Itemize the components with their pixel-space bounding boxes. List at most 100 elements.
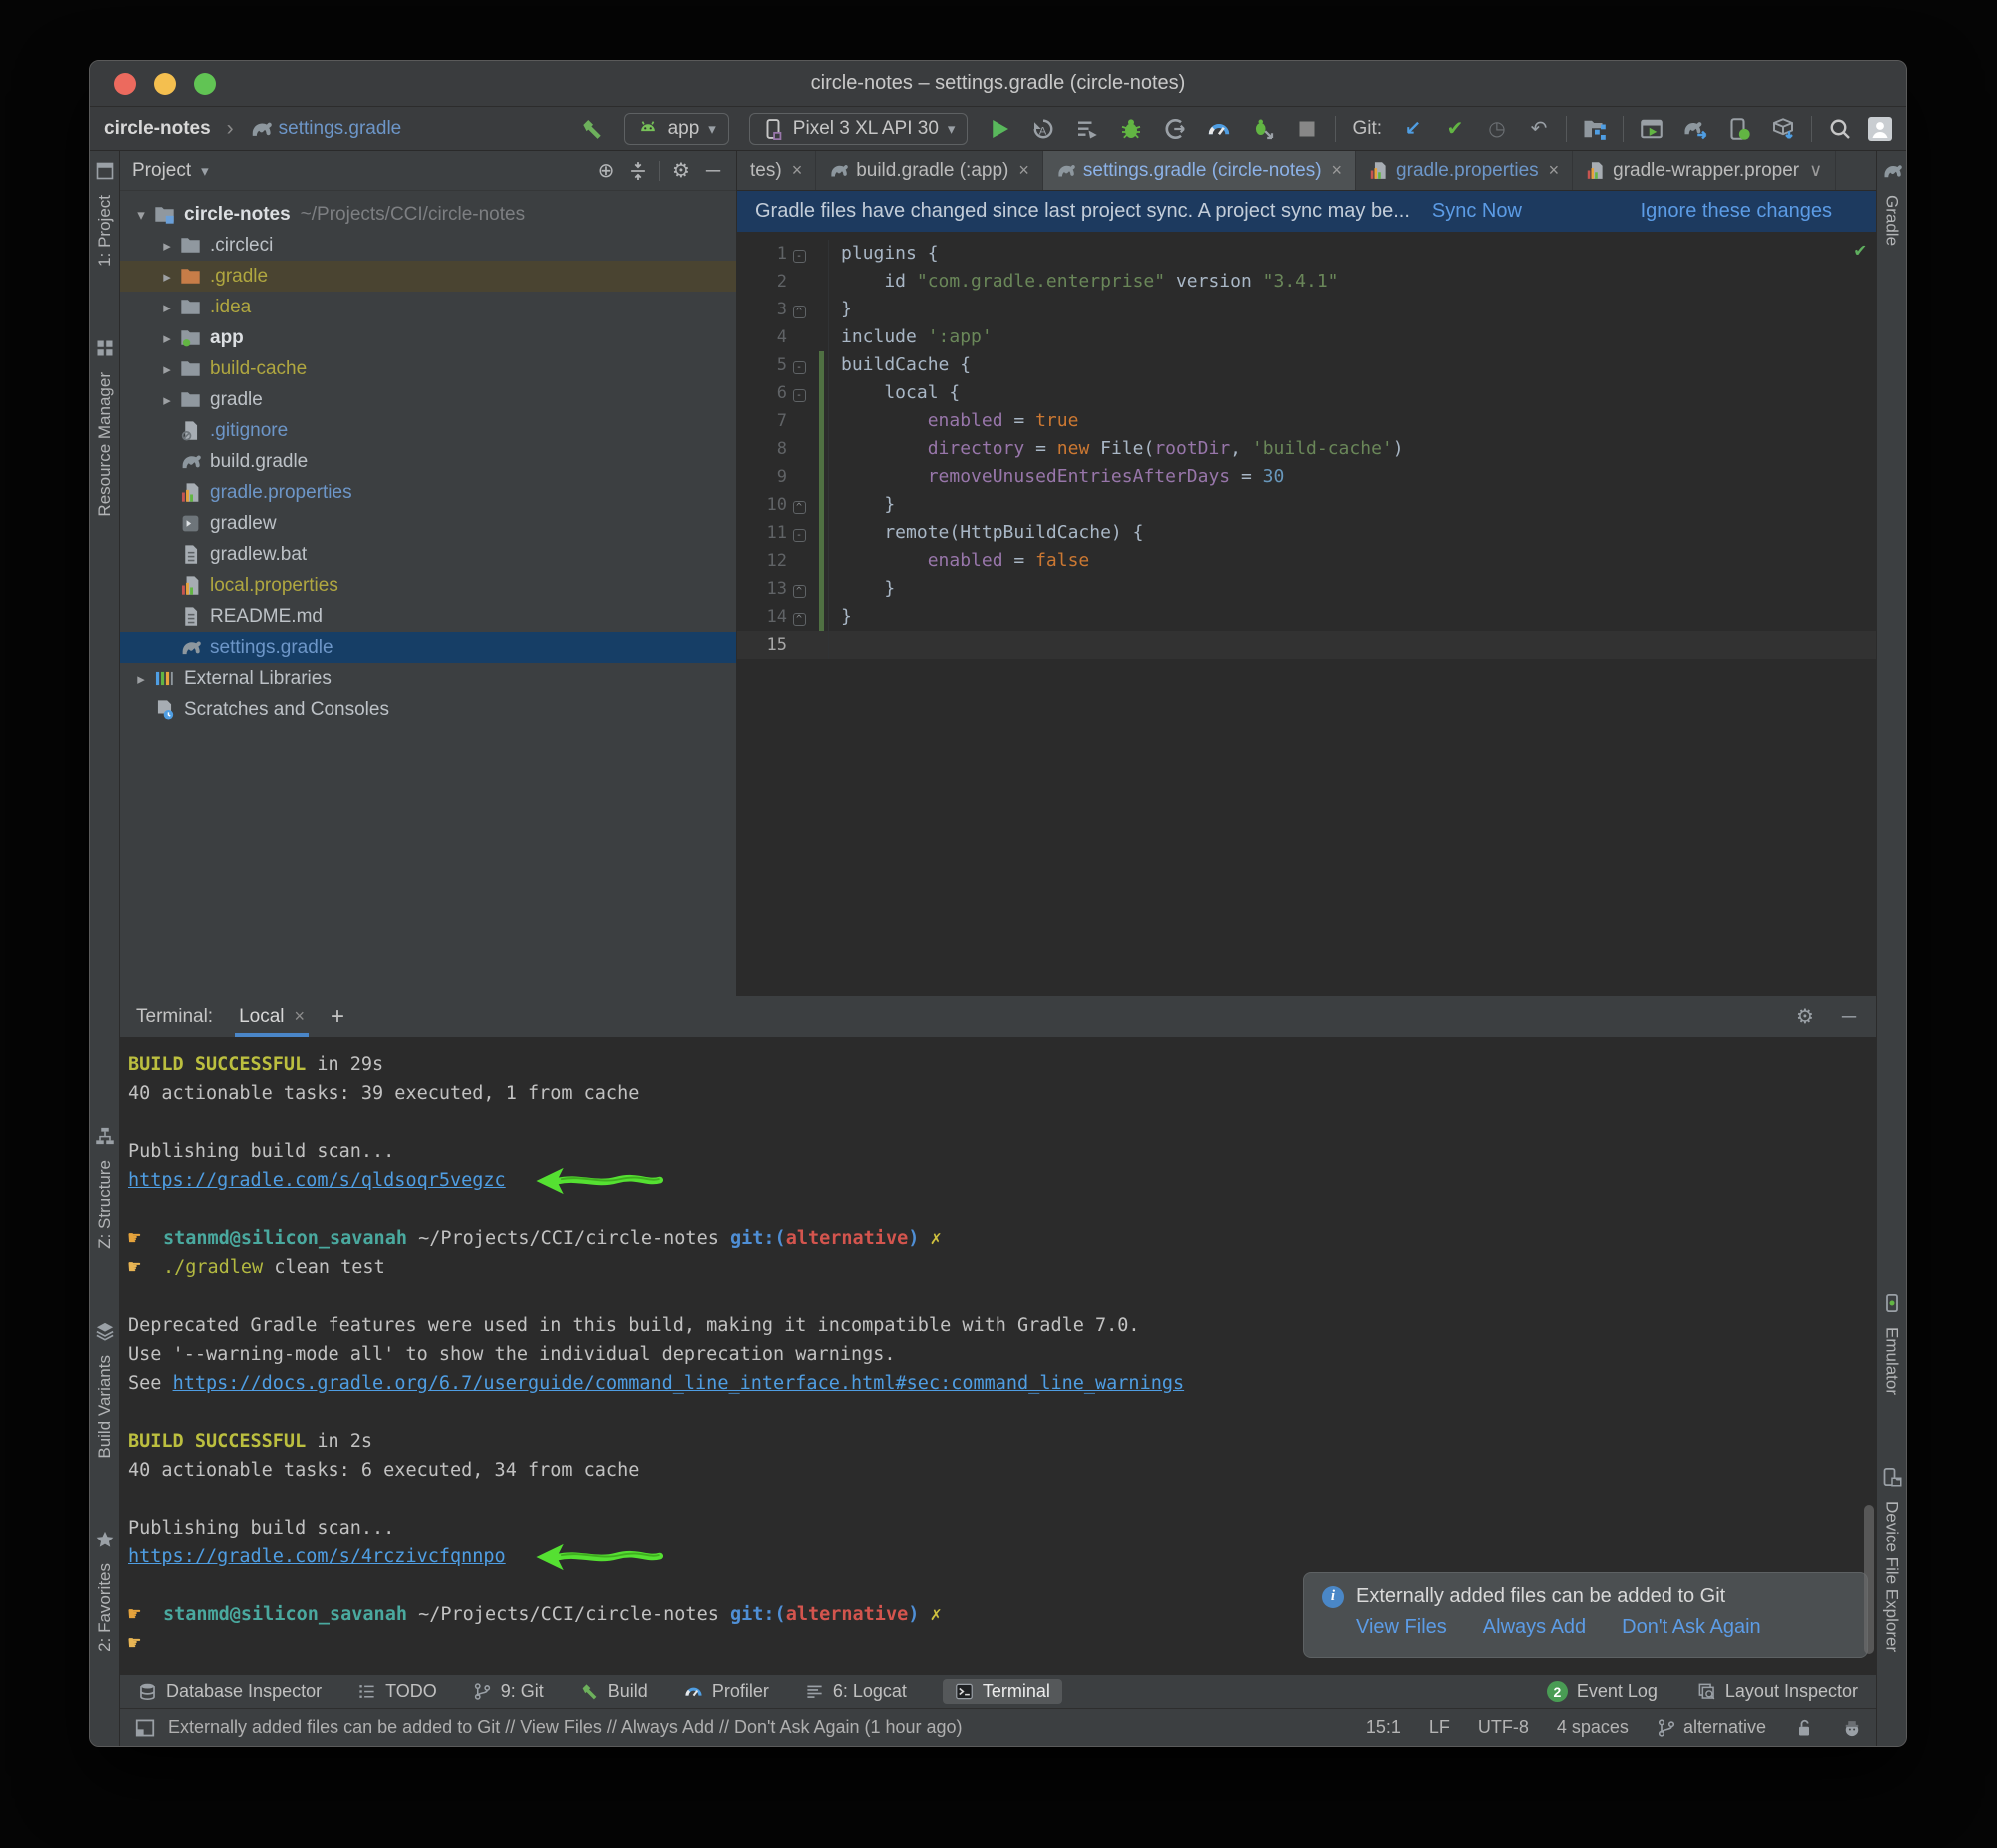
attach-debugger-button[interactable] (1163, 117, 1187, 141)
status-message[interactable]: Externally added files can be added to G… (168, 1717, 1354, 1738)
stop-button[interactable] (1295, 117, 1319, 141)
search-everywhere-button[interactable] (1828, 117, 1852, 141)
hide-panel-button[interactable]: ─ (702, 160, 724, 182)
git-commit-button[interactable]: ✔ (1444, 118, 1466, 140)
breadcrumb-file[interactable]: settings.gradle (250, 118, 402, 140)
fold-marker-icon[interactable]: ^ (787, 603, 811, 631)
code-line-4[interactable]: 4include ':app' (737, 323, 1876, 351)
editor-tab-tes[interactable]: tes)× (737, 151, 816, 190)
tool-window-button-database-inspector[interactable]: Database Inspector (138, 1681, 322, 1702)
close-window-button[interactable] (114, 73, 136, 95)
tree-item-scratches-and-consoles[interactable]: Scratches and Consoles (120, 694, 736, 725)
tool-strip-tab-z-structure[interactable]: Z: Structure (95, 1160, 115, 1249)
tree-expand-icon[interactable]: ▾ (128, 206, 154, 224)
fold-marker-icon[interactable]: - (787, 519, 811, 547)
tool-strip-tab-2-favorites[interactable]: 2: Favorites (95, 1563, 115, 1652)
device-file-explorer-icon[interactable] (1882, 1467, 1902, 1487)
code-line-3[interactable]: 3^} (737, 296, 1876, 323)
code-line-10[interactable]: 10^ } (737, 491, 1876, 519)
tool-window-button-profiler[interactable]: Profiler (684, 1681, 769, 1702)
tree-expand-icon[interactable]: ▸ (154, 391, 180, 409)
terminal-link[interactable]: https://gradle.com/s/qldsoqr5vegzc (128, 1166, 506, 1195)
fold-marker-icon[interactable]: ^ (787, 575, 811, 603)
tree-item-readme-md[interactable]: README.md (120, 601, 736, 632)
tree-item-gitignore[interactable]: .gitignore (120, 415, 736, 446)
caret-position[interactable]: 15:1 (1366, 1717, 1401, 1738)
minimize-window-button[interactable] (154, 73, 176, 95)
device-manager-button[interactable] (1727, 117, 1751, 141)
close-icon[interactable]: × (1549, 160, 1560, 181)
unlock-icon[interactable] (1794, 1718, 1814, 1738)
tree-item-gradle-properties[interactable]: gradle.properties (120, 477, 736, 508)
tree-item-circleci[interactable]: ▸.circleci (120, 230, 736, 261)
close-icon[interactable]: × (792, 160, 803, 181)
ignore-changes-link[interactable]: Ignore these changes (1641, 200, 1832, 223)
fold-marker-icon[interactable]: ^ (787, 296, 811, 323)
editor-gutter[interactable]: 13^ (737, 575, 829, 603)
editor-gutter[interactable]: 14^ (737, 603, 829, 631)
gradle-icon[interactable] (1882, 161, 1902, 181)
run-button[interactable] (988, 117, 1011, 141)
zoom-window-button[interactable] (194, 73, 216, 95)
editor-gutter[interactable]: 4 (737, 323, 829, 351)
tool-strip-tab-gradle[interactable]: Gradle (1882, 195, 1902, 246)
git-branch-widget[interactable]: alternative (1657, 1717, 1766, 1738)
run-configuration-select[interactable]: app ▾ (624, 113, 729, 145)
code-line-2[interactable]: 2 id "com.gradle.enterprise" version "3.… (737, 268, 1876, 296)
run-with-coverage-button[interactable] (1075, 117, 1099, 141)
tool-strip-tab-resource-manager[interactable]: Resource Manager (95, 372, 115, 517)
view-files-link[interactable]: View Files (1356, 1616, 1447, 1639)
tree-expand-icon[interactable]: ▸ (154, 299, 180, 316)
line-separator[interactable]: LF (1429, 1717, 1450, 1738)
code-line-14[interactable]: 14^} (737, 603, 1876, 631)
tree-expand-icon[interactable]: ▸ (154, 237, 180, 255)
tree-expand-icon[interactable]: ▸ (154, 329, 180, 347)
indent-setting[interactable]: 4 spaces (1557, 1717, 1629, 1738)
editor-gutter[interactable]: 7 (737, 407, 829, 435)
code-editor[interactable]: ✔ 1-plugins {2 id "com.gradle.enterprise… (737, 232, 1876, 996)
editor-gutter[interactable]: 9 (737, 463, 829, 491)
editor-gutter[interactable]: 3^ (737, 296, 829, 323)
sync-now-link[interactable]: Sync Now (1432, 200, 1522, 223)
tool-window-button-event-log[interactable]: 2Event Log (1547, 1681, 1658, 1702)
settings-gear-icon[interactable]: ⚙ (670, 160, 692, 182)
terminal-tab-local[interactable]: Local × (235, 996, 309, 1037)
resource-manager-icon[interactable] (95, 338, 115, 358)
tree-item-idea[interactable]: ▸.idea (120, 292, 736, 322)
build-variants-icon[interactable] (95, 1321, 115, 1341)
tree-item-gradlew-bat[interactable]: gradlew.bat (120, 539, 736, 570)
user-avatar[interactable] (1868, 117, 1892, 141)
editor-gutter[interactable]: 12 (737, 547, 829, 575)
tool-strip-tab-build-variants[interactable]: Build Variants (95, 1355, 115, 1459)
code-line-8[interactable]: 8 directory = new File(rootDir, 'build-c… (737, 435, 1876, 463)
code-line-7[interactable]: 7 enabled = true (737, 407, 1876, 435)
tree-item-gradle[interactable]: ▸gradle (120, 384, 736, 415)
favorites-icon[interactable] (95, 1530, 115, 1549)
tool-window-button-terminal[interactable]: Terminal (943, 1679, 1062, 1704)
code-line-12[interactable]: 12 enabled = false (737, 547, 1876, 575)
hide-terminal-button[interactable]: ─ (1838, 1006, 1860, 1028)
git-update-button[interactable]: ↙ (1402, 118, 1424, 140)
code-line-15[interactable]: 15 (737, 631, 1876, 659)
debug-button[interactable] (1119, 117, 1143, 141)
tree-expand-icon[interactable]: ▸ (154, 360, 180, 378)
editor-gutter[interactable]: 5- (737, 351, 829, 379)
chevron-down-icon[interactable]: ∨ (1809, 160, 1822, 181)
structure-icon[interactable] (95, 1126, 115, 1146)
fold-marker-icon[interactable]: - (787, 240, 811, 268)
highlight-level-icon[interactable] (1842, 1718, 1862, 1738)
tree-item-settings-gradle[interactable]: settings.gradle (120, 632, 736, 663)
close-icon[interactable]: × (1332, 160, 1343, 181)
editor-tab-gradle-wrapper-proper[interactable]: gradle-wrapper.proper∨ (1573, 151, 1836, 190)
tool-strip-tab-1-project[interactable]: 1: Project (95, 195, 115, 267)
apply-changes-button[interactable]: A (1031, 117, 1055, 141)
editor-gutter[interactable]: 6- (737, 379, 829, 407)
tree-item-local-properties[interactable]: local.properties (120, 570, 736, 601)
tree-item-circle-notes[interactable]: ▾circle-notes~/Projects/CCI/circle-notes (120, 199, 736, 230)
editor-gutter[interactable]: 2 (737, 268, 829, 296)
project-structure-button[interactable] (1583, 117, 1607, 141)
editor-gutter[interactable]: 10^ (737, 491, 829, 519)
terminal-link[interactable]: https://gradle.com/s/4rczivcfqnnpo (128, 1542, 506, 1571)
build-hammer-icon[interactable] (580, 117, 604, 141)
fold-marker-icon[interactable]: ^ (787, 491, 811, 519)
